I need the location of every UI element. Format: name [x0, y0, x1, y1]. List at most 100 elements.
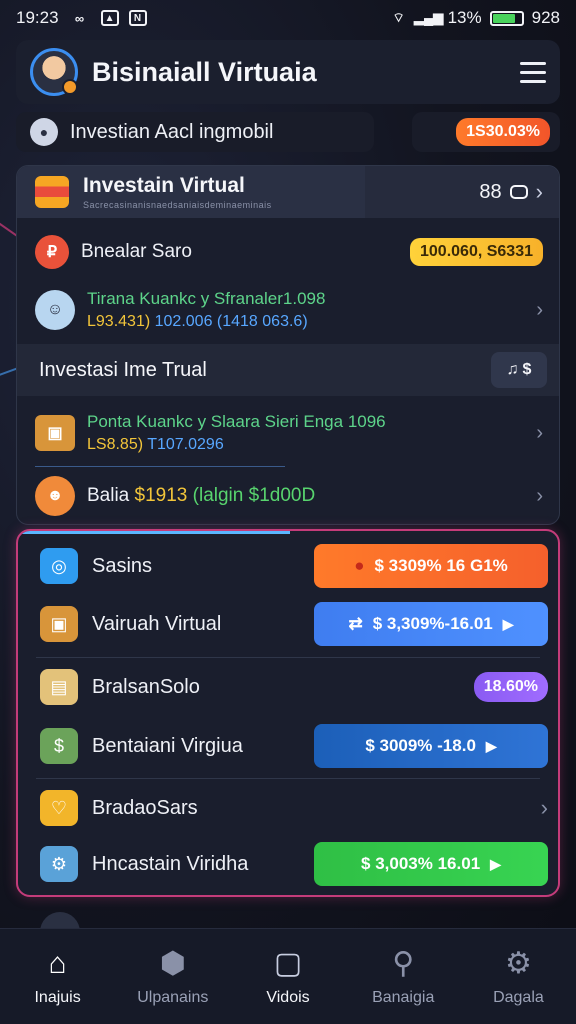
- person-avatar-icon: ☻: [35, 476, 75, 516]
- list-item-label: Sasins: [92, 554, 153, 577]
- list-item[interactable]: ♡ BradaoSars ›: [18, 779, 558, 837]
- balance-box: 1S30.03%: [412, 112, 560, 152]
- virtual-investment-card: ◎ Sasins ● $ 3309% 16 G1% ▣ Vairuah Virt…: [16, 529, 560, 897]
- list-item-extra: (lalgin $1d00D: [192, 485, 316, 506]
- nav-item-cube[interactable]: ⬢ Ulpanains: [115, 929, 230, 1024]
- list-item-line1: Tirana Kuankc y Sfranaler1.098: [87, 289, 326, 308]
- investment-card: Investain Virtual Sacrecasinanisnaedsani…: [16, 165, 560, 525]
- list-item-label: Bnealar Saro: [81, 241, 192, 262]
- list-item-label: Balia $1913 (lalgin $1d00D: [87, 485, 315, 507]
- battery-percent: 13%: [447, 8, 482, 27]
- swap-icon: ⇄: [348, 614, 363, 633]
- list-item[interactable]: ◎ Sasins ● $ 3309% 16 G1%: [18, 537, 558, 595]
- money-icon: $: [40, 728, 78, 764]
- gear-icon: ⚙: [504, 947, 532, 980]
- value-button[interactable]: $ 3,003% 16.01 ▶: [314, 842, 548, 886]
- hamburger-menu-icon[interactable]: [520, 61, 546, 83]
- nav-item-home[interactable]: ⌂ Inajuis: [0, 929, 115, 1024]
- play-icon: ▶: [490, 855, 501, 872]
- app-header: Bisinaiall Virtuaia: [16, 40, 560, 104]
- card-header-action[interactable]: 88 ›: [479, 179, 559, 205]
- card-count: 88: [479, 180, 502, 203]
- value-button[interactable]: $ 3009% -18.0 ▶: [314, 724, 548, 768]
- user-icon: ●: [30, 118, 58, 146]
- nav-item-settings[interactable]: ⚙ Dagala: [461, 929, 576, 1024]
- wifi-icon: ⌔: [392, 10, 405, 25]
- stopwatch-icon: ◎: [40, 548, 78, 584]
- chevron-right-icon: ›: [536, 421, 543, 444]
- status-bar: 19:23 ∞ ▲ N ⌔ ▂▄▆ 13% 928: [0, 0, 576, 36]
- fire-icon: ●: [354, 556, 365, 575]
- list-item-amount: $1913: [134, 485, 188, 506]
- list-item[interactable]: $ Bentaiani Virgiua $ 3009% -18.0 ▶: [18, 717, 558, 775]
- search-icon: ⚲: [392, 947, 415, 980]
- page-title: Bisinaiall Virtuaia: [92, 56, 317, 87]
- list-item-label: Bentaiani Virgiua: [92, 734, 243, 757]
- avatar-badge-icon: [62, 79, 78, 95]
- card-accent-bar: [18, 531, 290, 534]
- list-item[interactable]: ☺ Tirana Kuankc y Sfranaler1.098 L93.431…: [17, 280, 559, 340]
- search-bar[interactable]: ● Investian Aacl ingmobil: [16, 112, 374, 152]
- nav-item-search[interactable]: ⚲ Banaigia: [346, 929, 461, 1024]
- alert-button[interactable]: ♫ $: [491, 352, 547, 388]
- list-item[interactable]: ⚙ Hncastain Viridha $ 3,003% 16.01 ▶: [18, 835, 558, 893]
- status-time: 19:23: [16, 8, 59, 27]
- chevron-right-icon: ›: [536, 298, 543, 321]
- nav-label: Banaigia: [372, 988, 435, 1006]
- section-title: Investasi Ime Trual: [39, 358, 207, 381]
- box-icon: ▣: [35, 415, 75, 451]
- nav-item-video[interactable]: ▢ Vidois: [230, 929, 345, 1024]
- card-header: Investain Virtual Sacrecasinanisnaedsani…: [17, 166, 559, 218]
- list-item-value: LS8.85): [87, 436, 144, 453]
- coin-icon: ₽: [35, 235, 69, 269]
- list-item-label: Hncastain Viridha: [92, 852, 249, 875]
- notification-icon: N: [128, 10, 147, 26]
- photo-icon: ▲: [100, 10, 119, 26]
- bottom-nav: ⌂ Inajuis ⬢ Ulpanains ▢ Vidois ⚲ Banaigi…: [0, 928, 576, 1024]
- play-icon: ▶: [485, 737, 497, 754]
- box-icon: ▣: [40, 606, 78, 642]
- video-icon: ▢: [273, 947, 303, 980]
- sub-bar: ● Investian Aacl ingmobil 1S30.03%: [16, 112, 560, 152]
- value-button[interactable]: ⇄ $ 3,309%-16.01 ▶: [314, 602, 548, 646]
- list-item-label-part: Balia: [87, 485, 130, 506]
- list-item-value: 102.006 (1418 063.6): [154, 313, 308, 330]
- chevron-right-icon: ›: [536, 484, 543, 507]
- value-badge: 18.60%: [473, 672, 548, 702]
- value-button-label: $ 3309% 16 G1%: [374, 556, 508, 575]
- value-button-label: $ 3009% -18.0: [365, 736, 476, 755]
- robot-icon: ⚙: [40, 846, 78, 882]
- nav-label: Dagala: [493, 988, 544, 1006]
- value-badge: 100.060, S6331: [410, 238, 543, 266]
- section-header: Investasi Ime Trual ♫ $: [17, 344, 559, 396]
- chevron-right-icon: ›: [540, 795, 548, 820]
- home-icon: ⌂: [48, 946, 67, 980]
- list-item[interactable]: ▤ BralsanSolo 18.60%: [18, 658, 558, 716]
- value-button[interactable]: ● $ 3309% 16 G1%: [314, 544, 548, 588]
- nav-label: Ulpanains: [137, 988, 209, 1006]
- balance-badge[interactable]: 1S30.03%: [456, 118, 550, 146]
- value-button-label: $ 3,309%-16.01: [372, 614, 493, 633]
- list-item[interactable]: ▣ Ponta Kuankc y Slaara Sieri Enga 1096 …: [17, 402, 559, 464]
- card-title: Investain Virtual: [83, 174, 245, 197]
- sub-bar-text: Investian Aacl ingmobil: [70, 120, 274, 143]
- chat-icon: [509, 185, 528, 199]
- chevron-right-icon: ›: [535, 179, 543, 204]
- heart-box-icon: ♡: [40, 790, 78, 826]
- status-right-time: 928: [531, 8, 560, 27]
- card-subtitle: Sacrecasinanisnaedsaniaisdeminaeminais: [83, 200, 272, 210]
- document-icon: ▤: [40, 669, 78, 705]
- nav-label: Inajuis: [34, 988, 81, 1006]
- list-item[interactable]: ▣ Vairuah Virtual ⇄ $ 3,309%-16.01 ▶: [18, 595, 558, 653]
- list-item-label: Vairuah Virtual: [92, 612, 222, 635]
- battery-icon: [489, 10, 524, 26]
- list-item-value: T107.0296: [147, 436, 224, 453]
- list-item[interactable]: ₽ Bnealar Saro 100.060, S6331: [17, 226, 559, 278]
- list-item-line1: Ponta Kuankc y Slaara Sieri Enga 1096: [87, 412, 386, 431]
- avatar[interactable]: [30, 48, 78, 96]
- value-button-label: $ 3,003% 16.01: [361, 854, 481, 873]
- list-item[interactable]: ☻ Balia $1913 (lalgin $1d00D ›: [17, 470, 559, 522]
- list-item-label: BralsanSolo: [92, 675, 200, 698]
- nav-label: Vidois: [266, 988, 310, 1006]
- divider: [35, 466, 285, 467]
